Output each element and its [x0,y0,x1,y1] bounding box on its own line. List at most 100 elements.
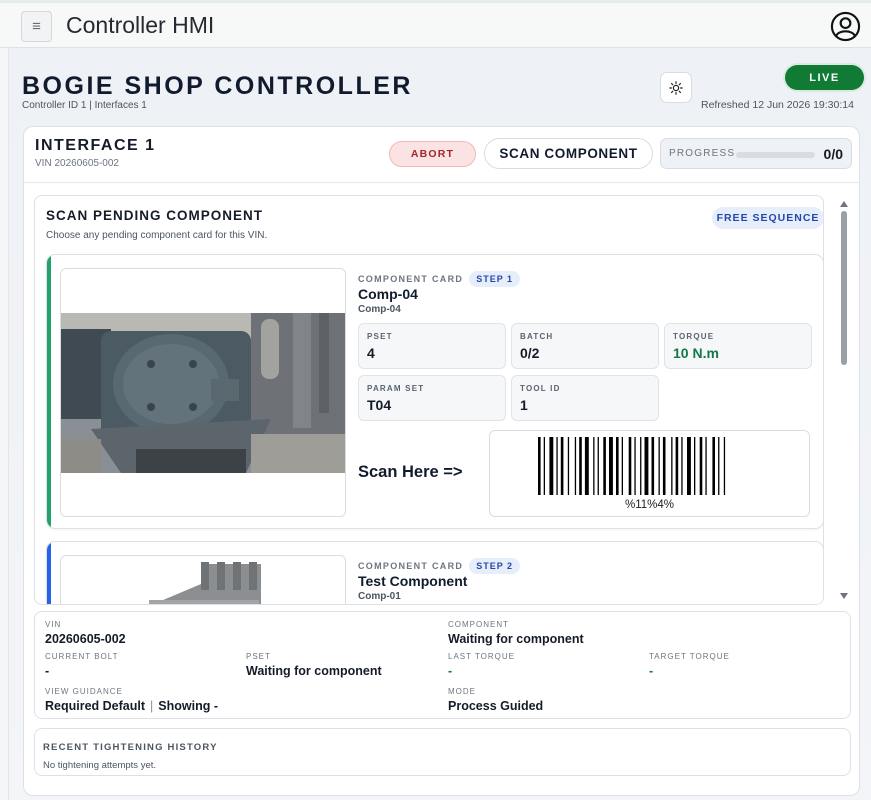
free-sequence-badge: FREE SEQUENCE [712,207,823,229]
status-target-torque: TARGET TORQUE - [649,652,730,678]
param-pset: PSET 4 [358,323,506,369]
status-label: VIEW GUIDANCE [45,687,123,696]
barcode-bar [538,437,541,495]
param-label: PSET [367,332,393,341]
card-label-text: COMPONENT CARD [358,561,464,571]
scan-here-prompt: Scan Here => [358,463,463,481]
barcode-bar [616,437,619,495]
scroll-down-icon[interactable] [839,591,849,601]
status-current-bolt: CURRENT BOLT - [45,652,119,678]
theme-toggle-button[interactable] [660,72,692,103]
barcode-bar [609,437,613,495]
param-param-set: PARAM SET T04 [358,375,506,421]
barcode-bar [634,437,636,495]
status-value: - [45,664,50,678]
barcode-bar [567,437,570,495]
scroll-thumb[interactable] [841,211,847,365]
status-view-guidance: VIEW GUIDANCE Required Default | Showing - [45,687,218,713]
param-value: 10 N.m [673,345,719,361]
barcode-bar [662,437,666,495]
status-value: Waiting for component [246,664,382,678]
component-card-label: COMPONENT CARD STEP 2 [358,558,521,574]
barcode-bar [671,437,673,495]
history-empty-message: No tightening attempts yet. [43,760,157,771]
divider [24,182,859,183]
barcode-bar [712,437,715,495]
progress-bar [736,152,815,158]
status-label: PSET [246,652,271,661]
status-value: 20260605-002 [45,632,126,646]
status-label: TARGET TORQUE [649,652,730,661]
card-accent-bar [47,542,51,604]
component-photo [60,268,346,517]
barcode-text: %11%4% [624,499,674,511]
param-label: BATCH [520,332,554,341]
scan-panel-title: SCAN PENDING COMPONENT [46,208,264,223]
scan-panel-scrollbar[interactable] [839,197,849,603]
component-card[interactable]: COMPONENT CARD STEP 2 Test Component Com… [46,541,823,604]
interface-card: INTERFACE 1 VIN 20260605-002 ABORT SCAN … [23,126,860,796]
barcode-bar [694,437,696,495]
step-badge: STEP 2 [469,558,521,574]
scan-component-button[interactable]: SCAN COMPONENT [484,138,653,169]
status-value: Required Default | Showing - [45,699,218,713]
history-title: RECENT TIGHTENING HISTORY [43,742,218,753]
status-value: - [448,664,453,678]
param-batch: BATCH 0/2 [511,323,659,369]
barcode-bar [543,437,545,495]
page-content: BOGIE SHOP CONTROLLER Controller ID 1 | … [8,48,871,800]
param-torque: TORQUE 10 N.m [664,323,812,369]
status-label: CURRENT BOLT [45,652,119,661]
component-card[interactable]: COMPONENT CARD STEP 1 Comp-04 Comp-04 PS… [46,254,823,529]
barcode[interactable]: %11%4% [489,430,810,517]
barcode-bar [723,437,726,495]
barcode-bars [538,437,726,495]
barcode-bar [597,437,599,495]
status-label: LAST TORQUE [448,652,516,661]
barcode-bar [556,437,558,495]
progress-value: 0/0 [823,146,843,162]
refreshed-timestamp: Refreshed 12 Jun 2026 19:30:14 [701,99,854,111]
user-circle-icon[interactable] [830,11,861,42]
scan-panel-subtitle: Choose any pending component card for th… [46,230,268,241]
progress-label: PROGRESS [669,148,736,159]
hamburger-icon: ≡ [32,18,41,35]
barcode-bar [681,437,683,495]
barcode-bar [560,437,564,495]
tightening-history-panel: RECENT TIGHTENING HISTORY No tightening … [34,728,851,776]
barcode-bar [644,437,649,495]
barcode-bar [699,437,703,495]
param-label: TOOL ID [520,384,561,393]
status-value: Process Guided [448,699,544,713]
component-code: Comp-04 [358,304,401,315]
barcode-bar [628,437,632,495]
abort-button[interactable]: ABORT [389,141,476,167]
status-vin: VIN 20260605-002 [45,620,126,646]
scroll-up-icon[interactable] [839,199,849,209]
top-bar: ≡ Controller HMI [0,0,871,48]
param-label: TORQUE [673,332,715,341]
barcode-bar [584,437,589,495]
barcode-bar [705,437,707,495]
menu-button[interactable]: ≡ [21,11,52,42]
status-last-torque: LAST TORQUE - [448,652,515,678]
barcode-bar [621,437,623,495]
status-info-panel: VIN 20260605-002 COMPONENT Waiting for c… [34,611,851,719]
barcode-bar [579,437,582,495]
status-label: MODE [448,687,476,696]
status-value: - [649,664,654,678]
status-label: VIN [45,620,62,629]
sun-icon [669,80,683,95]
barcode-bar [718,437,720,495]
barcode-bar [603,437,606,495]
step-badge: STEP 1 [469,271,521,287]
param-value: 1 [520,397,528,413]
live-status-badge: LIVE [785,65,864,90]
scan-pending-panel[interactable]: SCAN PENDING COMPONENT Choose any pendin… [34,195,824,605]
app-title: Controller HMI [66,12,215,38]
bogie-component-image [61,313,345,473]
guidance-showing: Showing - [158,699,218,713]
bracket-component-image [149,562,261,604]
component-code: Comp-01 [358,591,401,602]
separator: | [150,699,154,713]
